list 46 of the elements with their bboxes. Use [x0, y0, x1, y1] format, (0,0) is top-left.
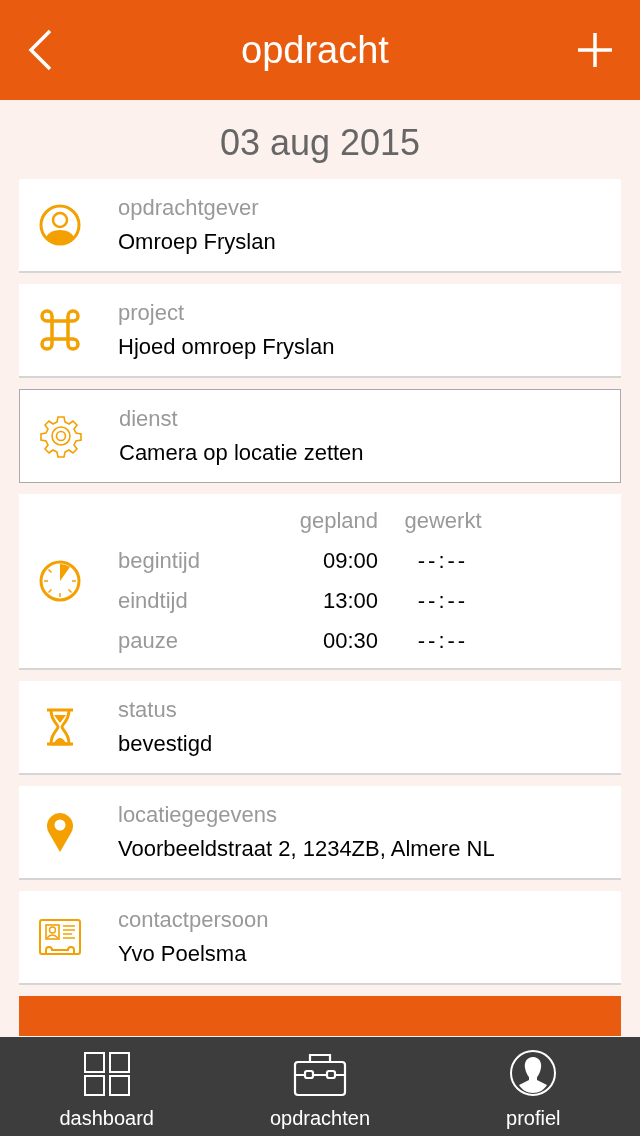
column-header: gepland [298, 508, 378, 534]
time-label: begintijd [118, 548, 201, 574]
detail-card[interactable]: dienst Camera op locatie zetten [19, 389, 621, 483]
tab-button[interactable]: profiel [443, 1037, 624, 1136]
field-label: project [118, 300, 186, 326]
detail-card[interactable]: status bevestigd [19, 681, 621, 775]
screen-title: opdracht [241, 28, 389, 72]
worked-time: --:-- [416, 628, 470, 654]
time-label: pauze [118, 628, 179, 654]
grid-icon [82, 1051, 131, 1097]
map-pin-icon [45, 811, 75, 853]
detail-card[interactable]: contactpersoon Yvo Poelsma [19, 891, 621, 985]
planned-time: 00:30 [321, 628, 378, 654]
field-value: Hjoed omroep Fryslan [118, 334, 335, 360]
worked-time: --:-- [416, 588, 470, 614]
field-value: bevestigd [118, 731, 213, 757]
field-label: locatiegegevens [118, 802, 278, 828]
worked-time: --:-- [416, 548, 470, 574]
detail-card[interactable]: gepland gewerkt begintijd 09:00 --:-- eindtijd 13:00 --:-- pauze 00:30 --:-- [19, 494, 621, 670]
field-label: contactpersoon [118, 907, 269, 933]
planned-time: 09:00 [321, 548, 378, 574]
back-button[interactable] [26, 28, 54, 72]
profile-icon [509, 1049, 558, 1097]
briefcase-icon [293, 1051, 347, 1097]
command-key-icon [38, 309, 82, 351]
field-label: opdrachtgever [118, 195, 260, 221]
date-heading: 03 aug 2015 [218, 121, 422, 165]
tab-button[interactable]: opdrachten [230, 1037, 410, 1136]
detail-card[interactable]: project Hjoed omroep Fryslan [19, 284, 621, 378]
detail-card[interactable]: opdrachtgever Omroep Fryslan [19, 179, 621, 273]
add-button[interactable] [576, 31, 614, 69]
field-value: Omroep Fryslan [118, 229, 276, 255]
time-label: eindtijd [118, 588, 189, 614]
planned-time: 13:00 [321, 588, 378, 614]
field-value: Voorbeeldstraat 2, 1234ZB, Almere NL [118, 836, 495, 862]
column-header: gewerkt [403, 508, 483, 534]
detail-card[interactable]: locatiegegevens Voorbeeldstraat 2, 1234ZB, Almere NL [19, 786, 621, 880]
person-icon [38, 203, 82, 247]
field-label: dienst [119, 406, 179, 432]
tab-button[interactable]: dashboard [16, 1037, 197, 1136]
field-value: Yvo Poelsma [118, 941, 248, 967]
clock-icon [38, 559, 82, 603]
field-value: Camera op locatie zetten [119, 440, 364, 466]
contact-card-icon [38, 918, 82, 956]
gear-icon [39, 414, 83, 458]
field-label: status [118, 697, 178, 723]
